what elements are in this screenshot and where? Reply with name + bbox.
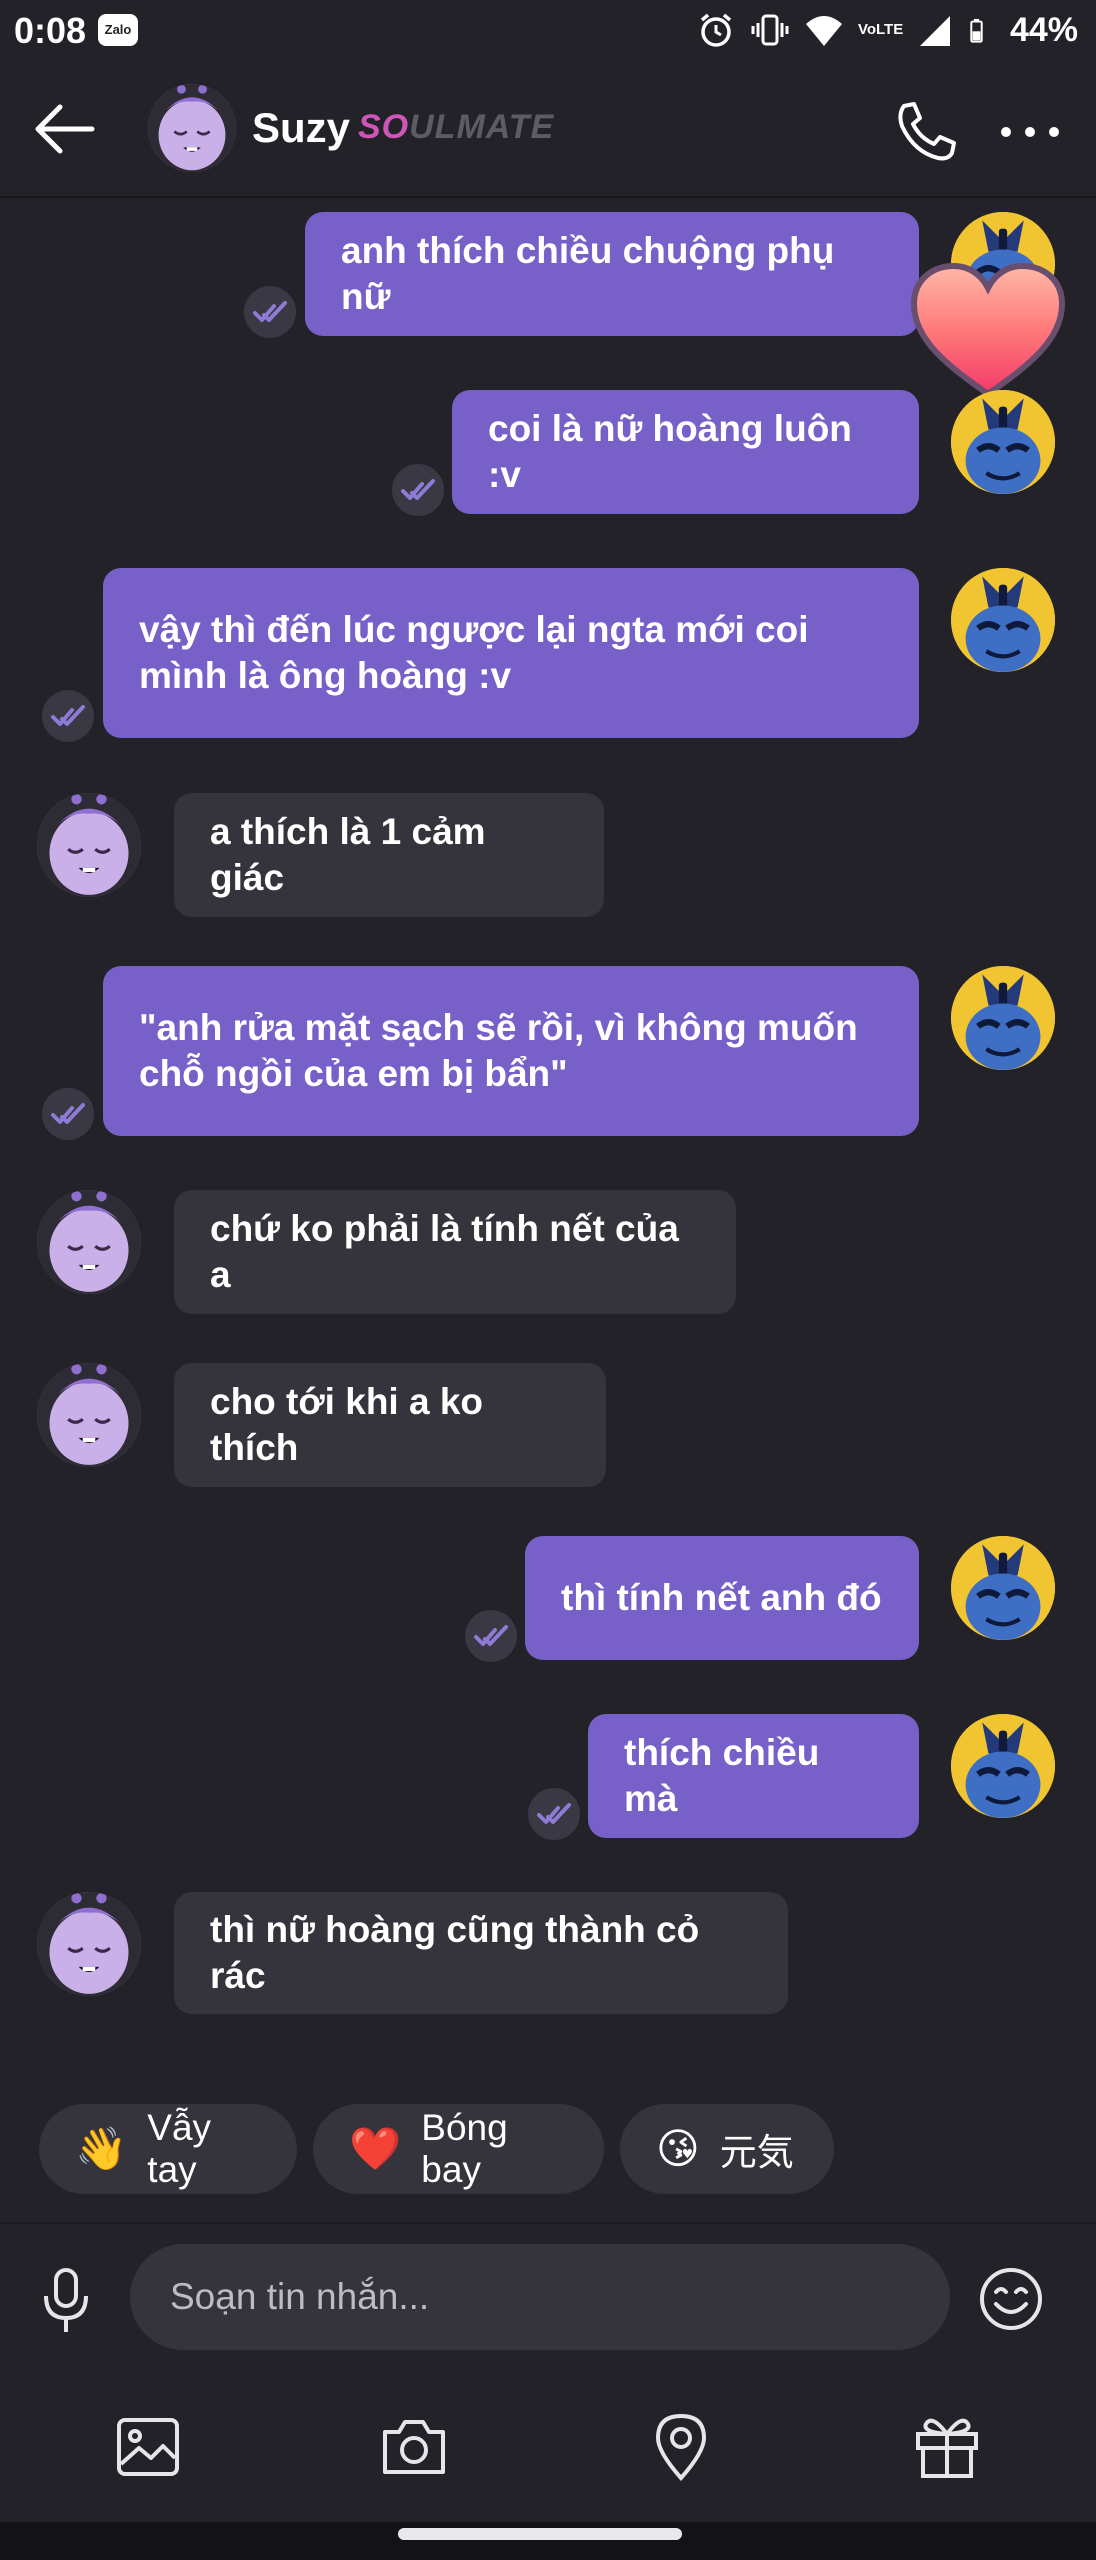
attachment-toolbar xyxy=(0,2372,1096,2522)
soulmate-badge: SOULMATE xyxy=(358,108,554,147)
message-text: thì nữ hoàng cũng thành cỏ rác xyxy=(210,1909,700,1996)
message-text-line: chỗ ngồi của em bị bẩn" xyxy=(139,1053,568,1094)
quick-reply-label: Vẫy tay xyxy=(147,2107,212,2190)
vibrate-icon xyxy=(751,14,789,46)
message-text: anh thích chiều chuộng phụ nữ xyxy=(341,230,835,317)
message-bubble-received[interactable]: chứ ko phải là tính nết của a xyxy=(174,1190,736,1314)
badge-so: SO xyxy=(358,108,410,146)
message-text: thì tính nết anh đó xyxy=(561,1577,882,1618)
signal-icon xyxy=(919,16,950,46)
message-bubble-sent[interactable]: anh thích chiều chuộng phụ nữ xyxy=(305,212,919,336)
message-composer xyxy=(0,2222,1096,2374)
read-receipt-icon xyxy=(528,1788,580,1840)
battery-icon xyxy=(970,18,983,43)
alarm-icon xyxy=(700,13,732,47)
my-avatar[interactable] xyxy=(951,1714,1055,1818)
heart-reaction-icon xyxy=(910,262,1066,398)
badge-ulmate: ULMATE xyxy=(409,108,555,146)
message-text: chứ ko phải là tính nết của a xyxy=(210,1208,679,1295)
message-text: cho tới khi a ko thích xyxy=(210,1381,484,1468)
system-icons: VoLTE 44% xyxy=(696,8,1078,52)
message-text: thích chiều mà xyxy=(624,1732,820,1819)
clock: 0:08 xyxy=(14,10,87,51)
back-arrow-icon[interactable] xyxy=(30,98,100,160)
contact-avatar[interactable] xyxy=(37,1363,141,1467)
location-pin-icon[interactable] xyxy=(644,2410,718,2484)
quick-reply-label: 元気 xyxy=(719,2132,794,2173)
contact-avatar[interactable] xyxy=(148,84,236,172)
message-bubble-sent[interactable]: coi là nữ hoàng luôn :v xyxy=(452,390,919,514)
read-receipt-icon xyxy=(42,690,94,742)
message-bubble-sent[interactable]: vậy thì đến lúc ngược lại ngta mới coi m… xyxy=(103,568,919,738)
read-receipt-icon xyxy=(465,1610,517,1662)
message-text: coi là nữ hoàng luôn :v xyxy=(488,408,852,495)
read-receipt-icon xyxy=(42,1088,94,1140)
message-text-line: vậy thì đến lúc ngược lại ngta mới coi xyxy=(139,609,809,650)
quick-reply-label: Bóng bay xyxy=(421,2107,508,2190)
message-input[interactable] xyxy=(130,2244,950,2350)
my-avatar[interactable] xyxy=(951,568,1055,672)
gift-icon[interactable] xyxy=(910,2410,984,2484)
message-text-line: "anh rửa mặt sạch sẽ rồi, vì không muốn xyxy=(139,1007,858,1048)
contact-name[interactable]: Suzy xyxy=(252,104,350,152)
wifi-icon xyxy=(805,16,842,46)
message-bubble-sent[interactable]: thích chiều mà xyxy=(588,1714,919,1838)
my-avatar[interactable] xyxy=(951,966,1055,1070)
contact-avatar[interactable] xyxy=(37,793,141,897)
emoji-face-icon[interactable] xyxy=(976,2264,1046,2334)
my-avatar[interactable] xyxy=(951,1536,1055,1640)
read-receipt-icon xyxy=(244,286,296,338)
message-text: a thích là 1 cảm giác xyxy=(210,811,486,898)
quick-reply-balloon[interactable]: ❤️ Bóng bay xyxy=(313,2104,604,2194)
kiss-face-icon: 😘 xyxy=(656,2125,700,2172)
message-bubble-sent[interactable]: "anh rửa mặt sạch sẽ rồi, vì không muốn … xyxy=(103,966,919,1136)
camera-icon[interactable] xyxy=(377,2410,451,2484)
battery-percent: 44% xyxy=(1009,10,1078,49)
phone-icon[interactable] xyxy=(890,98,960,164)
quick-reply-genki[interactable]: 😘 元気 xyxy=(620,2104,834,2194)
status-bar: 0:08 Zalo VoLTE 44% xyxy=(0,0,1096,62)
home-gesture-handle[interactable] xyxy=(398,2528,682,2540)
chat-header: Suzy SOULMATE xyxy=(0,62,1096,198)
contact-avatar[interactable] xyxy=(37,1892,141,1996)
more-dots-icon[interactable] xyxy=(990,98,1070,164)
message-bubble-received[interactable]: cho tới khi a ko thích xyxy=(174,1363,606,1487)
message-bubble-received[interactable]: thì nữ hoàng cũng thành cỏ rác xyxy=(174,1892,788,2014)
my-avatar[interactable] xyxy=(951,390,1055,494)
contact-avatar[interactable] xyxy=(37,1190,141,1294)
read-receipt-icon xyxy=(392,464,444,516)
heart-icon: ❤️ xyxy=(349,2125,402,2172)
system-nav-bar xyxy=(0,2522,1096,2560)
message-bubble-sent[interactable]: thì tính nết anh đó xyxy=(525,1536,919,1660)
message-bubble-received[interactable]: a thích là 1 cảm giác xyxy=(174,793,604,917)
gallery-icon[interactable] xyxy=(111,2410,185,2484)
wave-icon: 👋 xyxy=(75,2125,128,2172)
microphone-icon[interactable] xyxy=(34,2266,98,2336)
volte-icon: VoLTE xyxy=(857,21,904,38)
quick-reply-wave[interactable]: 👋 Vẫy tay xyxy=(39,2104,297,2194)
zalo-notification-icon: Zalo xyxy=(98,14,138,46)
message-text-line: mình là ông hoàng :v xyxy=(139,655,512,696)
